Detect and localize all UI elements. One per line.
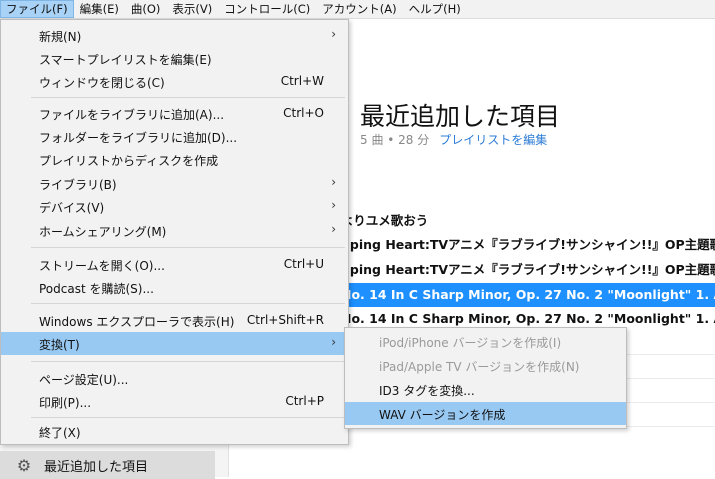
menu-item-add-folder[interactable]: フォルダーをライブラリに追加(D)... (1, 125, 348, 148)
menu-item-edit-smart-playlist[interactable]: スマートプレイリストを編集(E) (1, 47, 348, 70)
menu-view[interactable]: 表示(V) (166, 0, 218, 18)
menu-item-exit[interactable]: 終了(X) (1, 420, 348, 443)
submenu-item-ipad-version: iPad/Apple TV バージョンを作成(N) (379, 360, 580, 374)
menu-account[interactable]: アカウント(A) (316, 0, 402, 18)
menu-help[interactable]: ヘルプ(H) (403, 0, 467, 18)
menu-item-subscribe-podcast[interactable]: Podcast を購読(S)... (1, 276, 348, 299)
menu-separator (31, 247, 345, 248)
playlist-meta: 5 曲 • 28 分プレイリストを編集 (360, 131, 547, 148)
submenu-item-convert-id3[interactable]: ID3 タグを変換... (345, 378, 626, 401)
chevron-right-icon: › (331, 198, 336, 212)
chevron-right-icon: › (331, 175, 336, 189)
chevron-right-icon: › (331, 222, 336, 236)
menu-separator (31, 361, 345, 362)
menu-item-devices[interactable]: デバイス(V) › (1, 195, 348, 218)
menu-item-print[interactable]: 印刷(P)... Ctrl+P (1, 390, 348, 413)
menu-controls[interactable]: コントロール(C) (218, 0, 316, 18)
chevron-right-icon: › (331, 27, 336, 41)
menu-item-convert[interactable]: 変換(T) › (1, 332, 348, 355)
chevron-right-icon: › (331, 335, 336, 349)
menu-separator (31, 97, 345, 98)
menu-item-burn-disc[interactable]: プレイリストからディスクを作成 (1, 148, 348, 171)
submenu-item-create-wav[interactable]: WAV バージョンを作成 (345, 402, 626, 425)
sidebar-item-label: 最近追加した項目 (44, 459, 149, 475)
menu-item-close-window[interactable]: ウィンドウを閉じる(C) Ctrl+W (1, 70, 348, 93)
menu-file[interactable]: ファイル(F) (0, 0, 74, 18)
menu-item-show-in-explorer[interactable]: Windows エクスプローラで表示(H) Ctrl+Shift+R (1, 309, 348, 332)
menu-item-library[interactable]: ライブラリ(B) › (1, 172, 348, 195)
file-menu: 新規(N) › スマートプレイリストを編集(E) ウィンドウを閉じる(C) Ct… (0, 19, 349, 445)
convert-submenu: iPod/iPhone バージョンを作成(I) iPad/Apple TV バー… (344, 327, 627, 429)
menu-separator (31, 303, 345, 304)
playlist-title: 最近追加した項目 (360, 102, 561, 131)
menu-edit[interactable]: 編集(E) (74, 0, 125, 18)
menu-item-home-sharing[interactable]: ホームシェアリング(M) › (1, 219, 348, 242)
menu-item-page-setup[interactable]: ページ設定(U)... (1, 367, 348, 390)
menu-item-add-file[interactable]: ファイルをライブラリに追加(A)... Ctrl+O (1, 102, 348, 125)
submenu-item-ipod-version: iPod/iPhone バージョンを作成(I) (379, 336, 562, 350)
edit-playlist-link[interactable]: プレイリストを編集 (439, 133, 547, 147)
menu-item-new[interactable]: 新規(N) › (1, 24, 348, 47)
playlist-stats: 5 曲 • 28 分 (360, 133, 430, 147)
sidebar-item-recently-added[interactable]: ⚙ 最近追加した項目 (0, 451, 215, 479)
menu-item-open-stream[interactable]: ストリームを開く(O)... Ctrl+U (1, 253, 348, 276)
menu-separator (31, 417, 345, 418)
gear-icon: ⚙ (16, 455, 32, 475)
menu-bar: ファイル(F) 編集(E) 曲(O) 表示(V) コントロール(C) アカウント… (0, 0, 715, 19)
menu-song[interactable]: 曲(O) (125, 0, 167, 18)
